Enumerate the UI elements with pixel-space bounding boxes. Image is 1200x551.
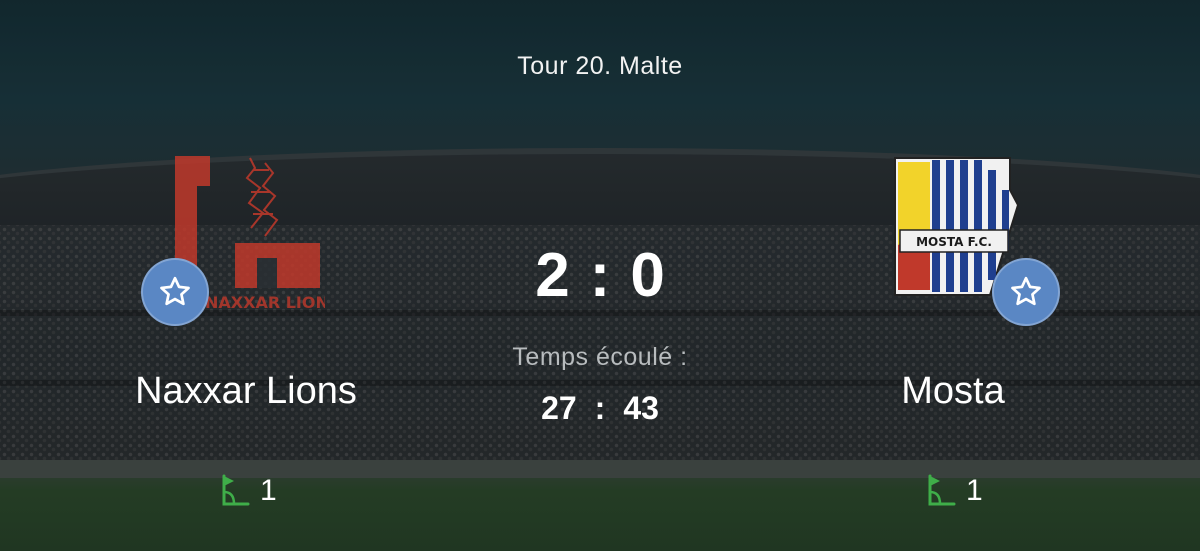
corner-flag-icon xyxy=(222,474,250,506)
corner-flag-icon xyxy=(928,474,956,506)
away-favorite-button[interactable] xyxy=(992,258,1060,326)
elapsed-label: Temps écoulé : xyxy=(512,343,688,371)
away-score: 0 xyxy=(630,241,665,310)
elapsed-separator: : xyxy=(594,390,606,426)
elapsed-seconds: 43 xyxy=(623,390,659,426)
score-separator: : xyxy=(589,241,611,310)
home-team-name[interactable]: Naxxar Lions xyxy=(96,370,396,413)
away-team-name[interactable]: Mosta xyxy=(803,370,1103,413)
home-corners: 1 xyxy=(220,474,277,508)
home-score: 2 xyxy=(535,241,570,310)
elapsed-time: 27 : 43 xyxy=(450,390,750,427)
match-score: 2 : 0 xyxy=(450,240,750,311)
round-label: Tour 20. Malte xyxy=(517,52,683,80)
home-favorite-button[interactable] xyxy=(141,258,209,326)
away-corners: 1 xyxy=(926,474,983,508)
star-icon xyxy=(1011,276,1041,306)
away-corners-count: 1 xyxy=(966,474,983,507)
home-corners-count: 1 xyxy=(260,474,277,507)
star-icon xyxy=(160,276,190,306)
home-logo-text: NAXXAR LIONS xyxy=(205,293,325,312)
elapsed-minutes: 27 xyxy=(541,390,577,426)
away-logo-text: MOSTA F.C. xyxy=(916,235,992,249)
